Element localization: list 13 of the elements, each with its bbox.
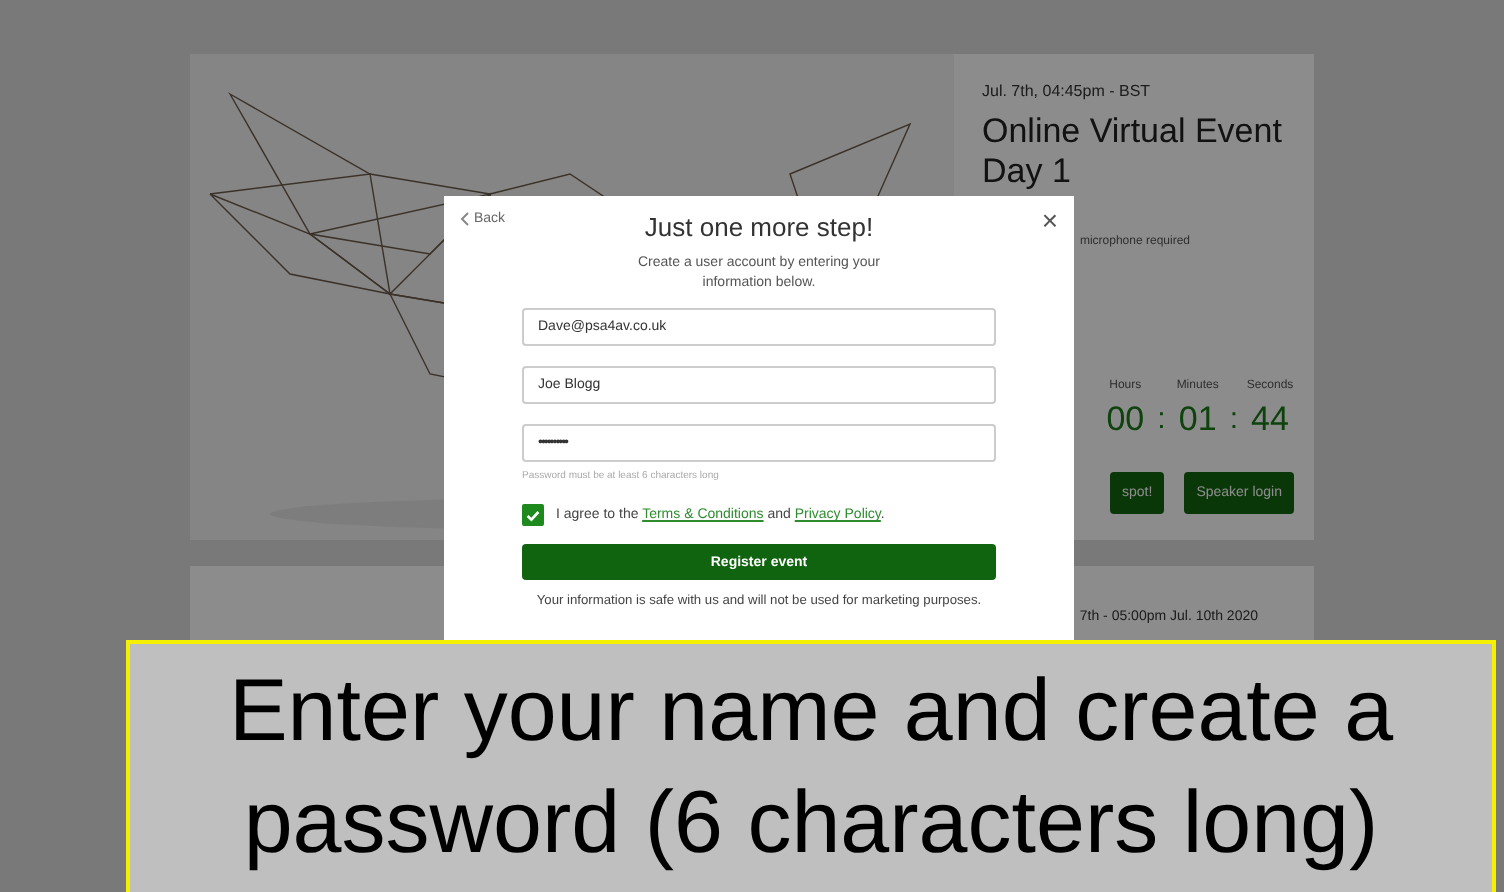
countdown-value: 00 [1106, 400, 1145, 440]
chevron-left-icon [460, 212, 470, 226]
caption-text: Enter your name and create a [228, 660, 1394, 764]
close-button[interactable]: × [1041, 208, 1058, 232]
countdown-separator: : [1157, 402, 1166, 436]
countdown-separator: : [1229, 402, 1238, 436]
event-date: Jul. 7th, 04:45pm - BST [982, 82, 1153, 100]
countdown-value: 01 [1178, 400, 1217, 440]
countdown-value: 44 [1251, 400, 1289, 440]
caption-text: password (6 characters long) [243, 772, 1379, 876]
dialog-title: Just one more step! [644, 212, 874, 242]
event-title: Online Virtual Event Day 1 [982, 112, 1284, 192]
checkbox[interactable] [522, 504, 544, 526]
